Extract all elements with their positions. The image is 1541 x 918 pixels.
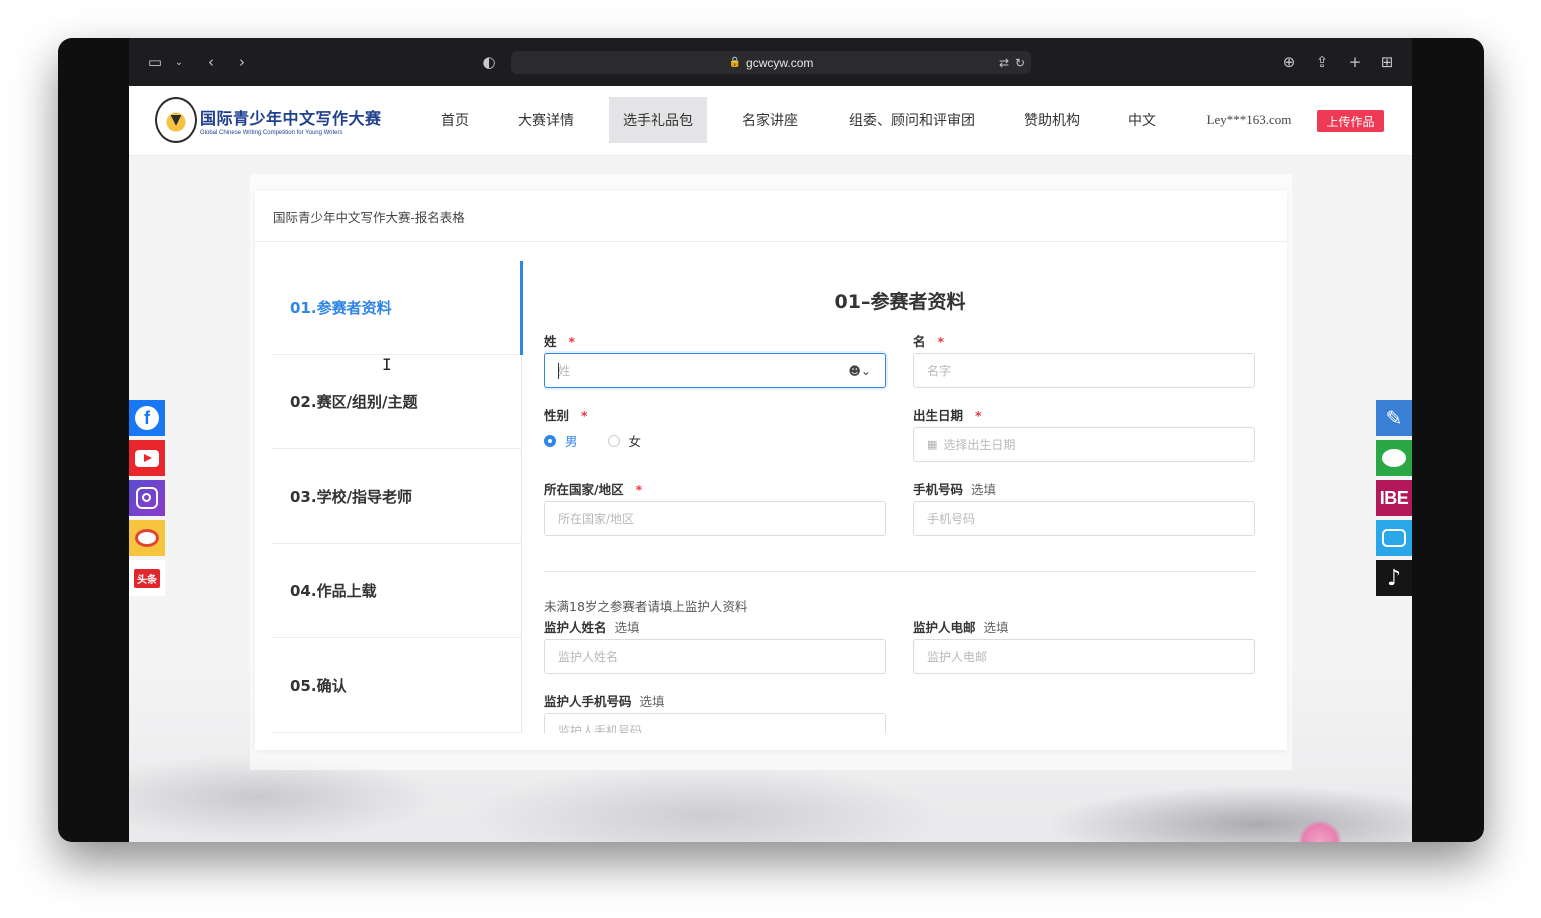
douyin-icon[interactable]: ♪ [1376,560,1412,596]
surname-placeholder: 姓 [558,364,571,378]
weibo-icon[interactable] [129,520,165,556]
nav-sponsors[interactable]: 赞助机构 [1015,97,1089,143]
chevron-down-icon[interactable]: ⌄ [169,52,189,72]
guardian-note: 未满18岁之参赛者请填上监护人资料 [544,599,748,614]
birthdate-placeholder: 选择出生日期 [943,438,1016,452]
given-name-label: 名 * [913,334,945,349]
participant-form: 01–参赛者资料 姓* 姓 ☻⌄ 名* 名字 性别* 男 女 出生日期* [544,261,1256,733]
url-text: gcwcyw.com [746,55,814,70]
country-placeholder: 所在国家/地区 [558,512,635,526]
step-region-group-theme[interactable]: 02.赛区/组别/主题 [271,355,521,449]
text-caret [558,363,559,379]
active-step-indicator [520,261,523,355]
step-list: 01.参赛者资料 02.赛区/组别/主题 03.学校/指导老师 04.作品上载 … [271,261,523,733]
form-heading: 01–参赛者资料 [834,291,966,313]
wechat-icon[interactable] [1376,440,1412,476]
country-label: 所在国家/地区 * [544,482,643,497]
nav-committee[interactable]: 组委、顾问和评审团 [839,97,985,143]
instagram-icon[interactable] [129,480,165,516]
phone-placeholder: 手机号码 [927,512,976,526]
surname-input[interactable]: 姓 ☻⌄ [544,353,886,388]
social-sidebar-right: ✎ IBE ♪ [1376,400,1412,600]
browser-window: ▭ ⌄ ‹ › ◐ 🔒 gcwcyw.com ⇄ ↻ ⊕ ⇪ + ⊞ ▼ 国际青… [58,38,1484,842]
guardian-email-input[interactable]: 监护人电邮 [913,639,1255,674]
web-page: ▼ 国际青少年中文写作大赛 Global Chinese Writing Com… [129,86,1412,842]
birthdate-label: 出生日期 * [913,408,982,423]
gender-radio-group: 男 女 [544,431,671,450]
forward-icon[interactable]: › [232,52,252,72]
registration-card: 国际青少年中文写作大赛-报名表格 01.参赛者资料 02.赛区/组别/主题 03… [255,191,1287,750]
site-logo[interactable]: ▼ 国际青少年中文写作大赛 Global Chinese Writing Com… [155,97,382,143]
birthdate-picker[interactable]: ▦ 选择出生日期 [913,427,1255,462]
calendar-icon: ▦ [927,438,938,451]
share-icon[interactable]: ⇪ [1312,52,1332,72]
step-confirm[interactable]: 05.确认 [271,639,521,733]
guardian-name-label: 监护人姓名 选填 [544,620,640,635]
lock-icon: 🔒 [728,57,742,68]
upload-work-button[interactable]: 上传作品 [1317,110,1384,132]
guardian-name-placeholder: 监护人姓名 [558,650,619,664]
gender-female-label[interactable]: 女 [629,431,642,450]
download-icon[interactable]: ⊕ [1279,52,1299,72]
privacy-shield-icon[interactable]: ◐ [479,52,499,72]
step-upload-work[interactable]: 04.作品上载 [271,544,521,638]
reload-icon[interactable]: ↻ [1015,56,1025,70]
nav-competition-details[interactable]: 大赛详情 [509,97,583,143]
card-divider [255,241,1287,242]
guardian-phone-label: 监护人手机号码 选填 [544,694,665,709]
browser-toolbar: ▭ ⌄ ‹ › ◐ 🔒 gcwcyw.com ⇄ ↻ ⊕ ⇪ + ⊞ [129,38,1412,86]
facebook-icon[interactable]: f [129,400,165,436]
gender-male-label[interactable]: 男 [565,431,578,450]
guardian-email-placeholder: 监护人电邮 [927,650,988,664]
gender-female-radio[interactable] [607,434,620,447]
logo-emblem-icon: ▼ [155,97,197,143]
text-cursor-icon: I [382,355,392,374]
nav-gift-pack[interactable]: 选手礼品包 [609,97,707,143]
lotus-decoration [1298,820,1342,842]
surname-label: 姓 * [544,334,576,349]
back-icon[interactable]: ‹ [201,52,221,72]
given-name-input[interactable]: 名字 [913,353,1255,388]
gender-male-radio[interactable] [544,434,556,447]
nav-account-email[interactable]: Ley***163.com [1197,97,1301,143]
step-participant-info[interactable]: 01.参赛者资料 [271,261,521,355]
bilibili-icon[interactable] [1376,520,1412,556]
phone-label: 手机号码 选填 [913,482,997,497]
address-bar[interactable]: 🔒 gcwcyw.com ⇄ ↻ [511,51,1031,74]
toutiao-icon[interactable]: 头条 [129,560,165,596]
phone-input[interactable]: 手机号码 [913,501,1255,536]
country-input[interactable]: 所在国家/地区 [544,501,886,536]
step-school-teacher[interactable]: 03.学校/指导老师 [271,450,521,544]
translate-icon[interactable]: ⇄ [999,56,1009,70]
youtube-icon[interactable] [129,440,165,476]
nav-language[interactable]: 中文 [1119,97,1165,143]
site-header: ▼ 国际青少年中文写作大赛 Global Chinese Writing Com… [129,86,1412,156]
contact-autofill-icon[interactable]: ☻⌄ [848,364,871,378]
logo-title: 国际青少年中文写作大赛 [200,108,382,128]
gender-label: 性别 * [544,408,588,423]
nav-home[interactable]: 首页 [425,97,485,143]
new-tab-icon[interactable]: + [1345,52,1365,72]
logo-subtitle: Global Chinese Writing Competition for Y… [200,129,343,136]
guardian-divider [544,571,1256,572]
ibe-icon[interactable]: IBE [1376,480,1412,516]
given-name-placeholder: 名字 [927,364,952,378]
tab-overview-icon[interactable]: ⊞ [1377,52,1397,72]
social-sidebar-left: f 头条 [129,400,165,600]
guardian-email-label: 监护人电邮 选填 [913,620,1009,635]
guardian-phone-placeholder: 监护人手机号码 [558,724,643,733]
guardian-phone-input[interactable]: 监护人手机号码 [544,713,886,733]
card-title: 国际青少年中文写作大赛-报名表格 [273,210,465,225]
guardian-name-input[interactable]: 监护人姓名 [544,639,886,674]
pen-icon[interactable]: ✎ [1376,400,1412,436]
sidebar-toggle-icon[interactable]: ▭ [145,52,165,72]
nav-lectures[interactable]: 名家讲座 [733,97,807,143]
